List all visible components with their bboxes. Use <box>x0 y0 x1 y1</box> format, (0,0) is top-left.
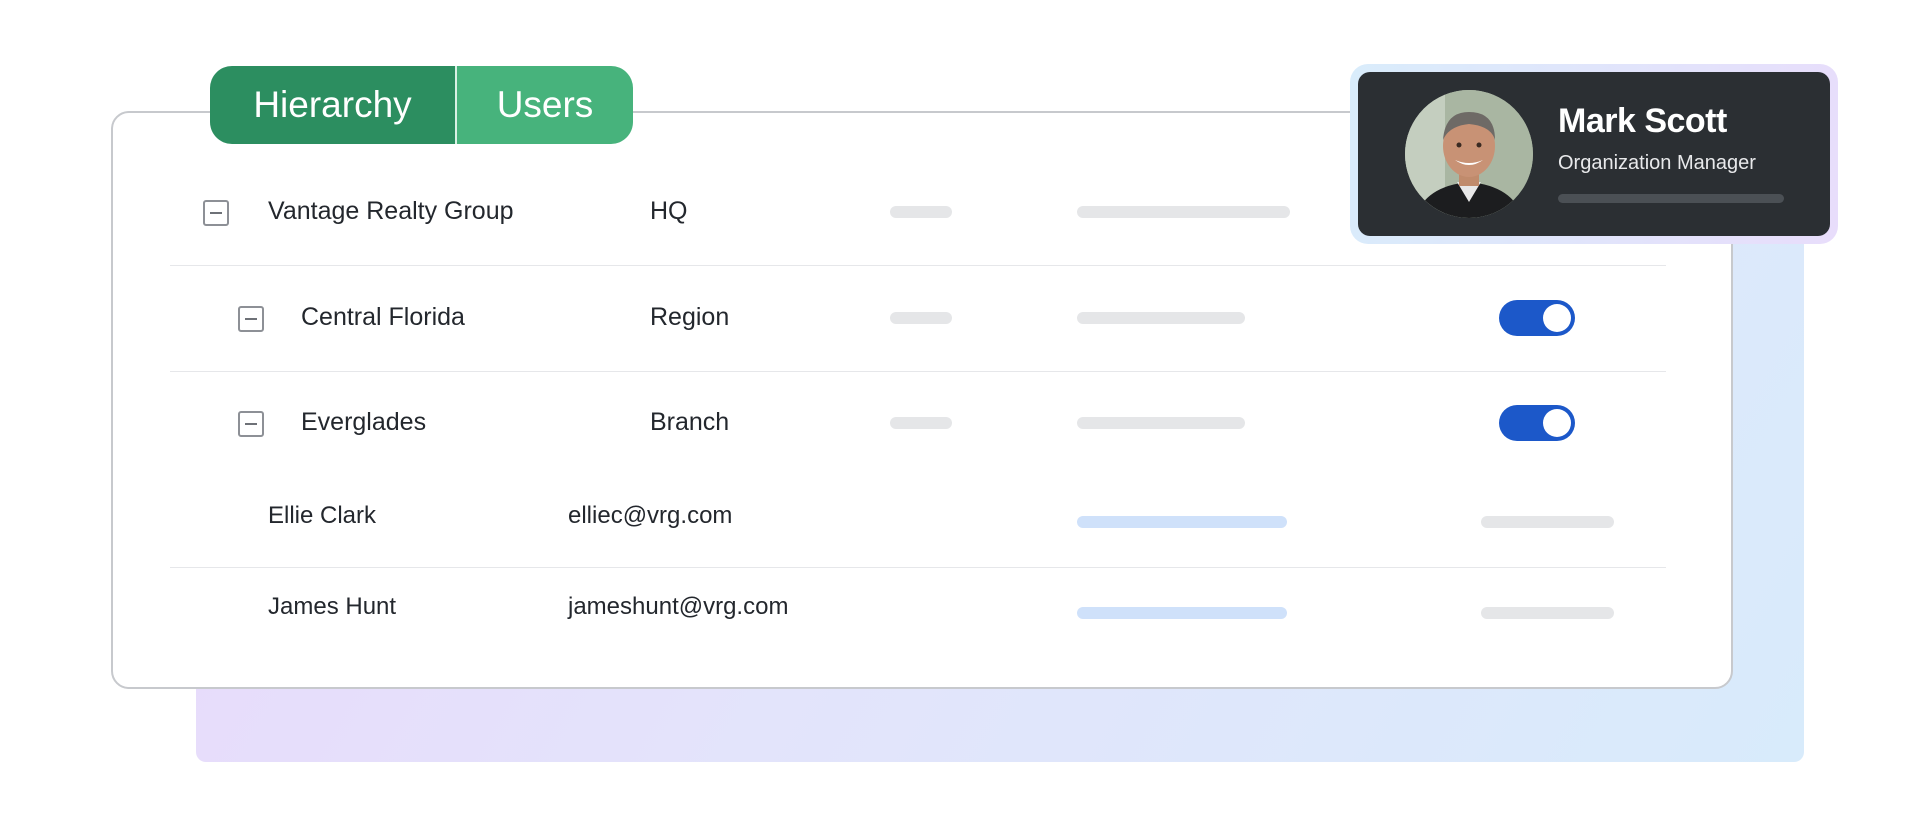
org-name: Everglades <box>301 408 427 436</box>
org-type: HQ <box>650 197 688 225</box>
enabled-toggle[interactable] <box>1499 300 1575 336</box>
user-email: elliec@vrg.com <box>568 502 733 529</box>
placeholder-bar <box>1077 206 1290 218</box>
profile-name: Mark Scott <box>1558 102 1727 140</box>
user-name: Ellie Clark <box>268 502 377 529</box>
collapse-icon[interactable] <box>203 200 229 226</box>
placeholder-bar <box>1077 312 1245 324</box>
placeholder-bar <box>1558 194 1784 203</box>
tab-users[interactable]: Users <box>455 66 633 144</box>
org-name: Central Florida <box>301 303 465 331</box>
placeholder-bar <box>890 417 952 429</box>
user-row[interactable]: James Hunt jameshunt@vrg.com <box>170 567 1666 659</box>
collapse-icon[interactable] <box>238 411 264 437</box>
profile-card: Mark Scott Organization Manager <box>1350 64 1838 244</box>
placeholder-bar <box>1077 417 1245 429</box>
collapse-icon[interactable] <box>238 306 264 332</box>
org-type: Branch <box>650 408 730 436</box>
toggle-knob <box>1543 304 1571 332</box>
placeholder-bar <box>890 206 952 218</box>
avatar <box>1405 90 1533 218</box>
org-type: Region <box>650 303 730 331</box>
placeholder-bar <box>1481 516 1614 528</box>
placeholder-bar <box>1481 607 1614 619</box>
view-tabs: Hierarchy Users <box>210 66 633 144</box>
hierarchy-row-region[interactable]: Central Florida Region <box>170 265 1666 372</box>
profile-card-body: Mark Scott Organization Manager <box>1358 72 1830 236</box>
org-name: Vantage Realty Group <box>268 197 514 225</box>
placeholder-bar <box>1077 516 1287 528</box>
placeholder-bar <box>1077 607 1287 619</box>
hierarchy-row-branch[interactable]: Everglades Branch <box>170 371 1666 475</box>
profile-role: Organization Manager <box>1558 152 1756 174</box>
tab-hierarchy[interactable]: Hierarchy <box>210 66 455 144</box>
enabled-toggle[interactable] <box>1499 405 1575 441</box>
user-row[interactable]: Ellie Clark elliec@vrg.com <box>170 475 1666 568</box>
toggle-knob <box>1543 409 1571 437</box>
user-email: jameshunt@vrg.com <box>568 593 789 620</box>
placeholder-bar <box>890 312 952 324</box>
user-name: James Hunt <box>268 593 397 620</box>
